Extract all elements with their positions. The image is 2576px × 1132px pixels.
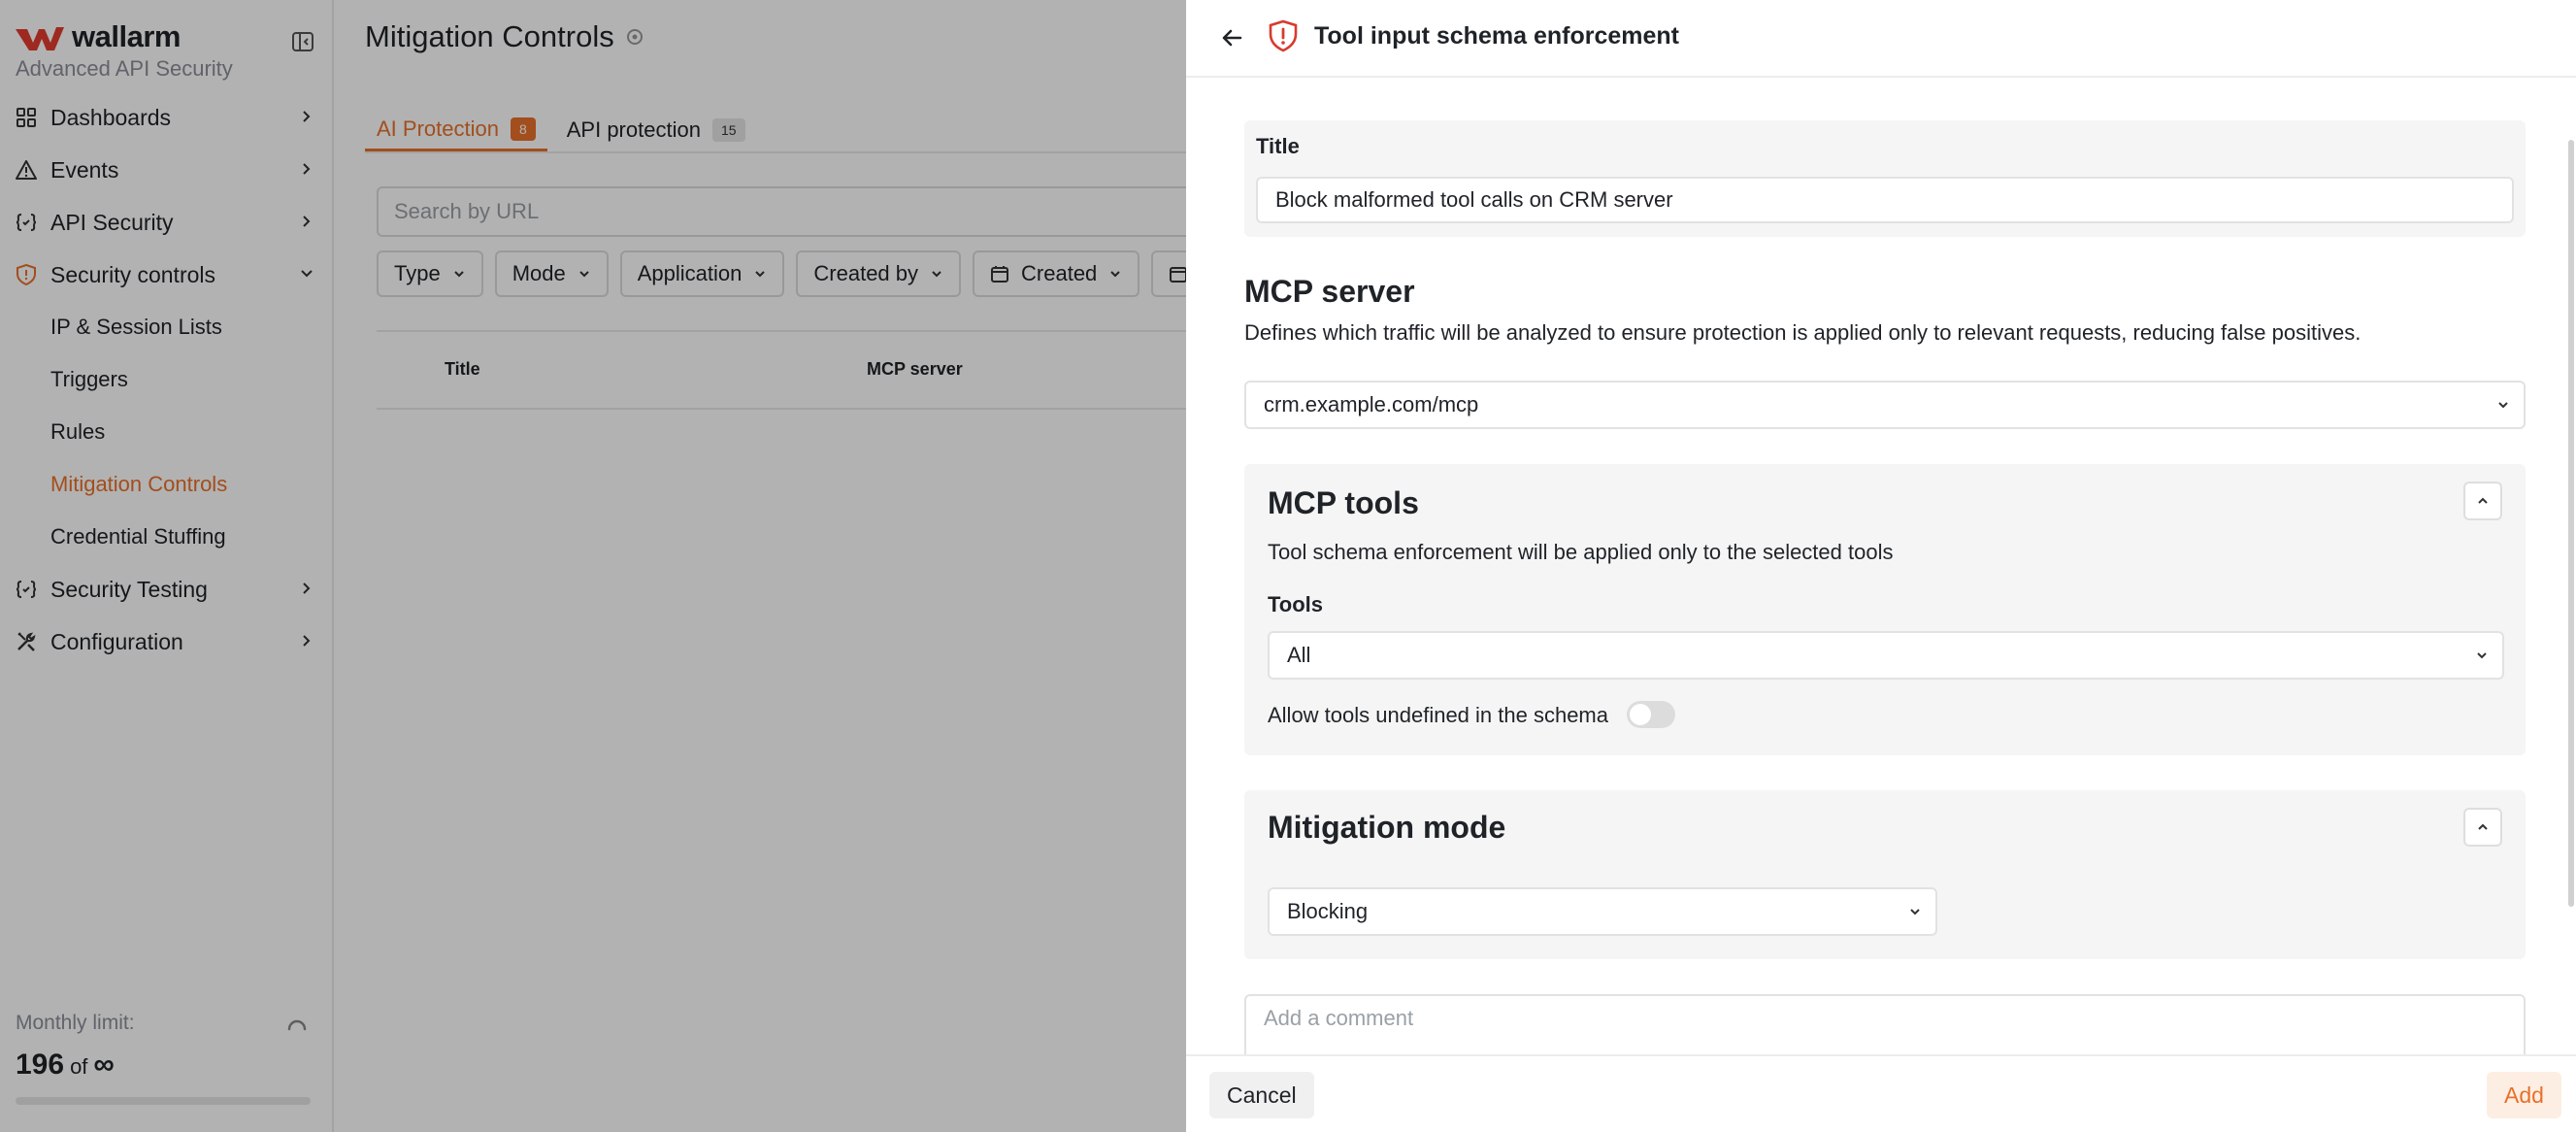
- chevron-down-icon: [1910, 909, 1920, 916]
- toggle-knob: [1630, 704, 1651, 725]
- arrow-left-icon[interactable]: [1219, 25, 1244, 50]
- chevron-up-icon: [2478, 497, 2488, 504]
- drawer-header: Tool input schema enforcement: [1186, 0, 2576, 78]
- chevron-down-icon: [2477, 652, 2487, 659]
- mitigation-mode-value: Blocking: [1287, 899, 1369, 923]
- drawer-footer: Cancel Add: [1186, 1054, 2576, 1132]
- mcp-server-value: crm.example.com/mcp: [1264, 392, 1479, 416]
- mcp-server-heading: MCP server: [1244, 274, 1415, 309]
- mcp-server-select[interactable]: crm.example.com/mcp: [1244, 381, 2526, 429]
- cancel-button[interactable]: Cancel: [1209, 1072, 1314, 1118]
- modal-overlay[interactable]: [0, 0, 1186, 1132]
- mcp-tools-card: MCP tools Tool schema enforcement will b…: [1244, 464, 2526, 755]
- chevron-up-icon: [2478, 823, 2488, 830]
- title-card: Title Block malformed tool calls on CRM …: [1244, 120, 2526, 237]
- mcp-tools-description: Tool schema enforcement will be applied …: [1268, 540, 1894, 564]
- allow-undefined-tools-label: Allow tools undefined in the schema: [1268, 703, 1608, 727]
- comment-textarea[interactable]: Add a comment: [1244, 994, 2526, 1062]
- side-drawer: Tool input schema enforcement Title Bloc…: [1186, 0, 2576, 1132]
- add-button[interactable]: Add: [2487, 1072, 2561, 1118]
- mcp-tools-collapse-button[interactable]: [2463, 482, 2502, 520]
- allow-undefined-tools-toggle[interactable]: [1627, 701, 1675, 728]
- title-input[interactable]: Block malformed tool calls on CRM server: [1256, 177, 2514, 223]
- mitigation-mode-select[interactable]: Blocking: [1268, 887, 1937, 936]
- mcp-server-description: Defines which traffic will be analyzed t…: [1244, 320, 2361, 345]
- mitigation-mode-card: Mitigation mode Blocking: [1244, 790, 2526, 959]
- tools-select[interactable]: All: [1268, 631, 2504, 680]
- shield-alert-icon: [1269, 19, 1298, 52]
- mitigation-mode-heading: Mitigation mode: [1268, 810, 1506, 845]
- chevron-down-icon: [2498, 402, 2508, 409]
- drawer-title: Tool input schema enforcement: [1314, 22, 1679, 50]
- tools-select-value: All: [1287, 643, 1311, 667]
- drawer-scrollbar[interactable]: [2568, 140, 2574, 907]
- mcp-tools-heading: MCP tools: [1268, 485, 1419, 520]
- title-field-label: Title: [1256, 134, 1300, 158]
- mitigation-mode-collapse-button[interactable]: [2463, 808, 2502, 847]
- tools-field-label: Tools: [1268, 592, 1324, 616]
